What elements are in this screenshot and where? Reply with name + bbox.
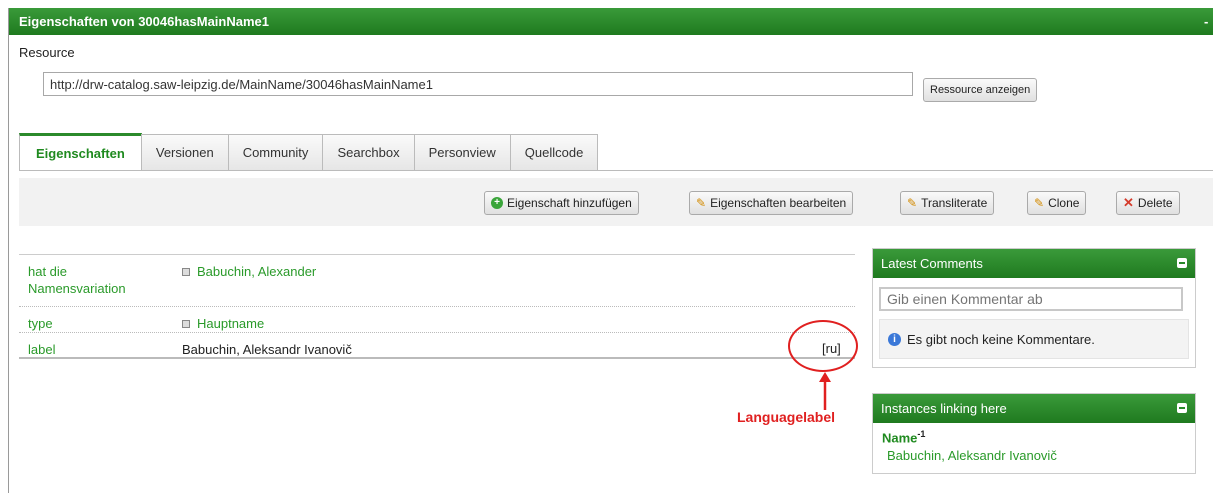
toolbar: + Eigenschaft hinzufügen ✎ Eigenschaften…: [19, 178, 1213, 226]
no-comments-message: i Es gibt noch keine Kommentare.: [879, 319, 1189, 359]
resource-url-input[interactable]: [43, 72, 913, 96]
tab-searchbox[interactable]: Searchbox: [322, 134, 415, 170]
bullet-square-icon: [182, 319, 190, 328]
minimize-icon[interactable]: -: [1204, 8, 1212, 35]
no-comments-text: Es gibt noch keine Kommentare.: [907, 331, 1095, 347]
table-row: type Hauptname: [19, 307, 855, 333]
delete-x-icon: ✕: [1123, 195, 1134, 210]
table-row: label Babuchin, Aleksandr Ivanovič [ru]: [19, 333, 855, 359]
panel-header: Instances linking here: [873, 394, 1195, 423]
tab-personview[interactable]: Personview: [413, 134, 511, 170]
clone-icon: ✎: [1034, 196, 1045, 210]
delete-label: Delete: [1137, 196, 1173, 210]
info-icon: i: [888, 332, 901, 346]
pencil-icon: ✎: [907, 196, 918, 210]
bullet-square-icon: [182, 267, 190, 276]
tab-eigenschaften[interactable]: Eigenschaften: [19, 133, 142, 170]
property-value[interactable]: Babuchin, Alexander: [182, 263, 316, 280]
instances-panel: Instances linking here Name-1 Babuchin, …: [872, 393, 1196, 475]
delete-button[interactable]: ✕ Delete: [1116, 191, 1180, 215]
instance-name-text: Name: [882, 430, 918, 446]
plus-circle-icon: +: [491, 197, 503, 209]
latest-comments-panel: Latest Comments i Es gibt noch keine Kom…: [872, 248, 1196, 368]
property-value[interactable]: Hauptname: [182, 315, 264, 332]
instance-property-name: Name-1: [873, 423, 1195, 445]
resource-label: Resource: [19, 45, 75, 60]
property-key[interactable]: type: [28, 315, 168, 332]
inverse-marker: -1: [917, 429, 926, 439]
property-value-text: Hauptname: [197, 316, 265, 331]
property-value: Babuchin, Aleksandr Ivanovič: [182, 342, 352, 357]
comment-input[interactable]: [879, 287, 1183, 311]
table-row: hat die Namensvariation Babuchin, Alexan…: [19, 255, 855, 307]
panel-title: Instances linking here: [881, 401, 1007, 416]
minimize-icon[interactable]: [1177, 403, 1187, 413]
property-key[interactable]: label: [28, 341, 168, 358]
tab-quellcode[interactable]: Quellcode: [509, 134, 599, 170]
add-property-label: Eigenschaft hinzufügen: [507, 196, 632, 210]
clone-button[interactable]: ✎ Clone: [1027, 191, 1087, 215]
transliterate-label: Transliterate: [921, 196, 988, 210]
transliterate-button[interactable]: ✎ Transliterate: [900, 191, 995, 215]
pencil-icon: ✎: [696, 196, 707, 210]
panel-title: Latest Comments: [881, 256, 983, 271]
window-titlebar: Eigenschaften von 30046hasMainName1 -: [9, 8, 1213, 35]
show-resource-button[interactable]: Ressource anzeigen: [923, 78, 1038, 102]
panel-header: Latest Comments: [873, 249, 1195, 278]
edit-properties-button[interactable]: ✎ Eigenschaften bearbeiten: [689, 191, 854, 215]
annotation-circle: [788, 320, 858, 372]
minimize-icon[interactable]: [1177, 258, 1187, 268]
edit-properties-label: Eigenschaften bearbeiten: [710, 196, 847, 210]
window-title: Eigenschaften von 30046hasMainName1: [19, 14, 269, 29]
property-key[interactable]: hat die Namensvariation: [28, 263, 168, 297]
instance-link[interactable]: Babuchin, Aleksandr Ivanovič: [873, 445, 1195, 473]
tab-divider: [19, 170, 1213, 171]
annotation-arrow-icon: [819, 372, 831, 410]
tab-versionen[interactable]: Versionen: [140, 134, 229, 170]
property-value-text: Babuchin, Alexander: [197, 264, 317, 279]
tab-bar: Eigenschaften Versionen Community Search…: [19, 133, 599, 170]
tab-community[interactable]: Community: [227, 134, 324, 170]
add-property-button[interactable]: + Eigenschaft hinzufügen: [484, 191, 639, 215]
annotation-label: Languagelabel: [737, 409, 836, 425]
properties-table: hat die Namensvariation Babuchin, Alexan…: [19, 254, 855, 359]
clone-label: Clone: [1048, 196, 1080, 210]
